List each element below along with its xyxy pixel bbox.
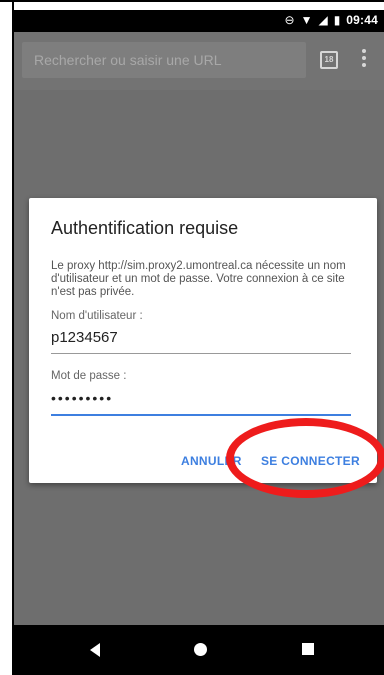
dialog-title: Authentification requise: [51, 218, 239, 238]
password-field[interactable]: •••••••••: [51, 390, 351, 416]
tab-switcher-button[interactable]: 18: [320, 51, 338, 69]
signal-icon: ◢: [318, 13, 328, 27]
dialog-message: Le proxy http://sim.proxy2.umontreal.ca …: [51, 260, 346, 298]
navigation-bar: [14, 625, 384, 675]
overflow-menu-icon[interactable]: [362, 49, 366, 69]
recent-apps-icon[interactable]: [302, 643, 314, 655]
username-label: Nom d'utilisateur :: [51, 310, 143, 322]
dnd-icon: ⊖: [284, 13, 295, 27]
username-field[interactable]: p1234567: [51, 329, 351, 354]
status-bar: ⊖ ▼ ◢ ▮ 09:44: [14, 10, 384, 32]
status-icons: ⊖ ▼ ◢ ▮ 09:44: [285, 13, 379, 27]
battery-icon: ▮: [333, 13, 341, 27]
red-highlight-circle: [226, 418, 384, 498]
phone-screen: ⊖ ▼ ◢ ▮ 09:44 Rechercher ou saisir une U…: [14, 10, 384, 675]
password-label: Mot de passe :: [51, 370, 127, 382]
home-icon[interactable]: [194, 643, 207, 656]
frame-top-border: [0, 0, 384, 2]
status-time: 09:44: [346, 13, 378, 27]
back-icon[interactable]: [90, 643, 100, 657]
browser-toolbar: Rechercher ou saisir une URL 18: [14, 32, 384, 90]
url-placeholder: Rechercher ou saisir une URL: [34, 52, 222, 68]
url-bar[interactable]: Rechercher ou saisir une URL: [22, 42, 306, 78]
wifi-icon: ▼: [300, 13, 313, 27]
